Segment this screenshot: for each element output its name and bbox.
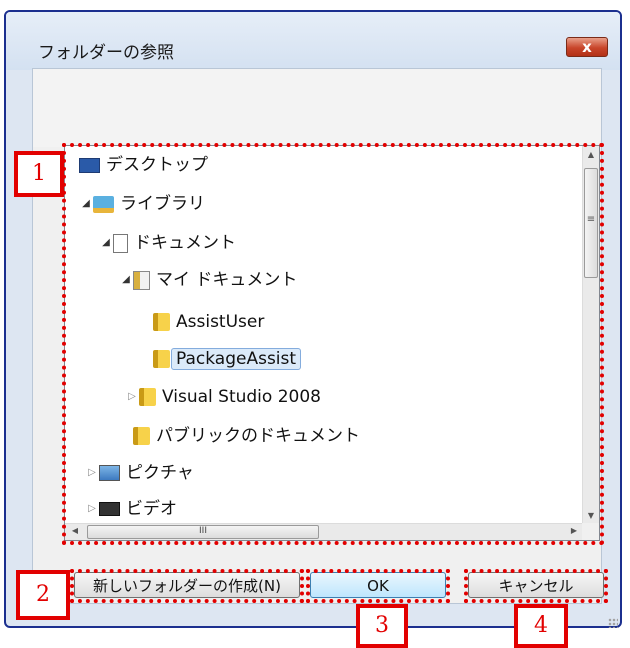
annotation-label-4: 4 (514, 604, 568, 648)
close-button[interactable]: x (566, 37, 608, 57)
annotation-box-ok (306, 569, 450, 603)
annotation-label-2: 2 (16, 570, 70, 620)
description-area (33, 69, 601, 147)
annotation-box-tree (62, 143, 604, 545)
annotation-label-1: 1 (14, 151, 64, 197)
resize-grip-icon[interactable] (608, 618, 618, 628)
annotation-box-cancel (464, 569, 608, 603)
title-bar[interactable]: フォルダーの参照 x (6, 12, 620, 70)
annotation-box-new-folder (70, 569, 304, 603)
annotation-label-3: 3 (356, 604, 408, 648)
dialog-title: フォルダーの参照 (38, 43, 174, 63)
